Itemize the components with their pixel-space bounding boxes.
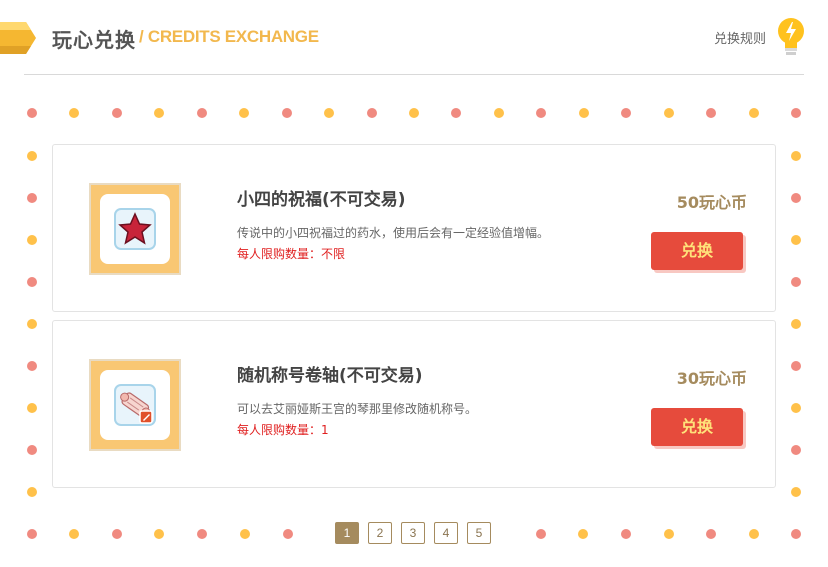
lightbulb-icon[interactable] (776, 17, 806, 59)
decorative-dot (749, 529, 759, 539)
decorative-dot (791, 319, 801, 329)
decorative-dot (409, 108, 419, 118)
decorative-dot (154, 529, 164, 539)
decorative-dot (706, 529, 716, 539)
item-description: 可以去艾丽娅斯王宫的琴那里修改随机称号。 (237, 402, 478, 416)
page-title: 玩心兑换 (52, 28, 136, 52)
decorative-dot (664, 529, 674, 539)
decorative-dot (240, 529, 250, 539)
decorative-dot (791, 108, 801, 118)
page-subtitle: / CREDITS EXCHANGE (139, 27, 319, 46)
decorative-dot (27, 319, 37, 329)
decorative-dot (791, 403, 801, 413)
red-star-icon (114, 208, 156, 250)
decorative-dot (27, 235, 37, 245)
decorative-dot (791, 151, 801, 161)
decorative-dot (578, 108, 589, 118)
decorative-dot (748, 108, 759, 118)
decorative-dot (69, 108, 80, 118)
exchange-button[interactable]: 兑换 (651, 408, 743, 446)
decorative-dot (154, 108, 165, 118)
page-header: 玩心兑换 / CREDITS EXCHANGE 兑换规则 (0, 0, 828, 76)
decorative-dot (366, 108, 377, 118)
item-thumbnail (89, 183, 181, 275)
decorative-dot (281, 108, 292, 118)
decorative-dot (239, 108, 250, 118)
item-thumbnail (89, 359, 181, 451)
decorative-dot (493, 108, 504, 118)
decorative-dot (27, 487, 37, 497)
decorative-dot (536, 529, 546, 539)
decorative-dot (69, 529, 79, 539)
decorative-dot (27, 108, 37, 118)
item-purchase-limit: 每人限购数量：不限 (237, 247, 346, 261)
decorative-dot (27, 277, 37, 287)
decorative-dot (791, 445, 801, 455)
decorative-dot (621, 529, 631, 539)
logo-icon (0, 22, 36, 54)
decorative-dot (196, 108, 207, 118)
decorative-dot (112, 529, 122, 539)
decorative-dot (27, 445, 37, 455)
decorative-dot (791, 361, 801, 371)
decorative-dot (27, 193, 37, 203)
page-button-2[interactable]: 2 (368, 522, 392, 544)
decorative-dot (791, 529, 801, 539)
decorative-dot (27, 361, 37, 371)
item-purchase-limit: 每人限购数量：1 (237, 423, 329, 437)
page-button-1[interactable]: 1 (335, 522, 359, 544)
item-name: 随机称号卷轴(不可交易) (237, 366, 423, 386)
item-name: 小四的祝福(不可交易) (237, 190, 406, 210)
exchange-item-card: 随机称号卷轴(不可交易) 可以去艾丽娅斯王宫的琴那里修改随机称号。 每人限购数量… (52, 320, 776, 488)
page-button-5[interactable]: 5 (467, 522, 491, 544)
decorative-dot (111, 108, 122, 118)
decorative-dot (791, 193, 801, 203)
decorative-dot (451, 108, 462, 118)
decorative-dot (791, 487, 801, 497)
header-divider (24, 74, 804, 75)
item-price: 50玩心币 (676, 193, 747, 212)
exchange-rules-link[interactable]: 兑换规则 (714, 28, 766, 47)
item-price: 30玩心币 (676, 369, 747, 388)
decorative-dot (791, 277, 801, 287)
decorative-dot (27, 529, 37, 539)
page-button-3[interactable]: 3 (401, 522, 425, 544)
decorative-dot (324, 108, 335, 118)
decorative-dot (283, 529, 293, 539)
decorative-dot (621, 108, 632, 118)
decorative-dot (663, 108, 674, 118)
decorative-dot (706, 108, 717, 118)
exchange-item-card: 小四的祝福(不可交易) 传说中的小四祝福过的药水，使用后会有一定经验值增幅。 每… (52, 144, 776, 312)
item-description: 传说中的小四祝福过的药水，使用后会有一定经验值增幅。 (237, 226, 550, 240)
decorative-dot (27, 151, 37, 161)
page-button-4[interactable]: 4 (434, 522, 458, 544)
exchange-button[interactable]: 兑换 (651, 232, 743, 270)
decorative-dot (27, 403, 37, 413)
decorative-dot (197, 529, 207, 539)
decorative-dot (536, 108, 547, 118)
decorative-dot (791, 235, 801, 245)
scroll-icon (114, 384, 156, 426)
decorative-dot (578, 529, 588, 539)
